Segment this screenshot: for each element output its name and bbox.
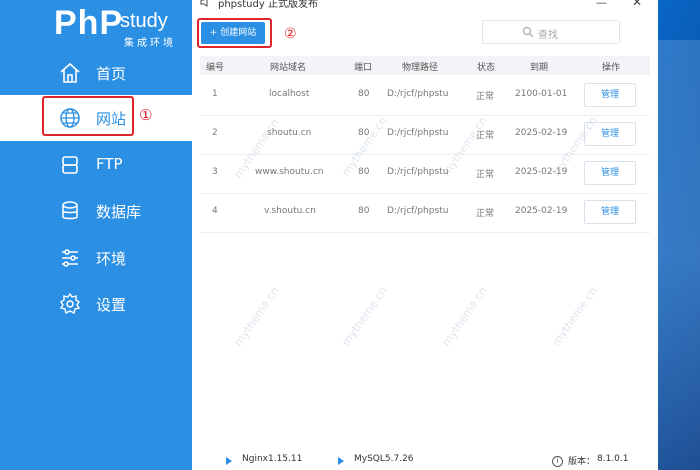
mysql-play-icon[interactable] — [338, 457, 344, 465]
sidebar-item-environment[interactable]: 环境 — [0, 235, 192, 281]
gear-icon — [59, 292, 81, 315]
cell-port: 80 — [358, 206, 370, 216]
cell-domain: shoutu.cn — [267, 128, 312, 138]
table-row: 4 v.shoutu.cn 80 D:/rjcf/phpstu 正常 2025-… — [200, 193, 650, 233]
cell-id: 4 — [212, 206, 218, 216]
sidebar: PhP study 集成环境 首页 网站 FTP 数据库 环境 设置 ① — [0, 0, 192, 470]
app-logo: PhP study 集成环境 — [54, 4, 194, 49]
watermark: mytheme.cn — [439, 284, 490, 349]
cell-path: D:/rjcf/phpstu — [387, 206, 449, 216]
sidebar-item-ftp[interactable]: FTP — [0, 142, 192, 188]
close-button[interactable]: ✕ — [632, 0, 642, 9]
search-icon — [522, 26, 534, 38]
cell-status: 正常 — [476, 131, 495, 141]
database-icon — [62, 201, 78, 220]
sidebar-item-label: 数据库 — [96, 203, 142, 221]
mysql-label: MySQL5.7.26 — [354, 454, 414, 464]
manage-button[interactable]: 管理 — [584, 83, 636, 107]
sidebar-item-label: 设置 — [96, 296, 127, 314]
sidebar-item-label: FTP — [96, 155, 123, 173]
window-title: phpstudy 正式版发布 — [218, 0, 318, 10]
sidebar-item-label: 环境 — [96, 250, 127, 268]
sliders-icon — [62, 249, 78, 267]
cell-expires: 2025-02-19 — [515, 128, 568, 138]
cell-id: 2 — [212, 128, 218, 138]
table-row: 1 localhost 80 D:/rjcf/phpstu 正常 2100-01… — [200, 76, 650, 116]
header-domain: 网站域名 — [270, 63, 307, 73]
ftp-icon — [62, 156, 78, 174]
annotation-number-1: ① — [139, 106, 153, 124]
phpstudy-window: PhP study 集成环境 首页 网站 FTP 数据库 环境 设置 ① php… — [0, 0, 658, 470]
manage-button[interactable]: 管理 — [584, 200, 636, 224]
status-bar: Nginx1.15.11 MySQL5.7.26 i 版本： 8.1.0.1 — [192, 450, 658, 470]
version-value: 8.1.0.1 — [597, 454, 629, 464]
cell-status: 正常 — [476, 92, 495, 102]
header-expires: 到期 — [530, 63, 549, 73]
version-label: 版本： — [568, 457, 596, 467]
cell-path: D:/rjcf/phpstu — [387, 128, 449, 138]
header-action: 操作 — [602, 63, 621, 73]
info-icon: i — [552, 456, 563, 467]
annotation-box-website — [42, 96, 134, 136]
search-input[interactable]: 查找 — [482, 20, 620, 44]
logo-study: study — [120, 10, 168, 32]
watermark: mytheme.cn — [549, 284, 600, 349]
sidebar-item-label: 首页 — [96, 65, 127, 83]
cell-domain: www.shoutu.cn — [255, 167, 324, 177]
sidebar-item-database[interactable]: 数据库 — [0, 188, 192, 234]
sidebar-item-home[interactable]: 首页 — [0, 50, 192, 96]
home-icon — [60, 62, 80, 83]
cell-status: 正常 — [476, 209, 495, 219]
header-status: 状态 — [477, 63, 496, 73]
cell-path: D:/rjcf/phpstu — [387, 89, 449, 99]
logo-php: PhP — [54, 4, 124, 42]
cell-domain: v.shoutu.cn — [264, 206, 316, 216]
header-port: 端口 — [354, 63, 373, 73]
cell-status: 正常 — [476, 170, 495, 180]
table-row: 3 www.shoutu.cn 80 D:/rjcf/phpstu 正常 202… — [200, 154, 650, 194]
table-row: 2 shoutu.cn 80 D:/rjcf/phpstu 正常 2025-02… — [200, 115, 650, 155]
cell-path: D:/rjcf/phpstu — [387, 167, 449, 177]
table-header: 编号 网站域名 端口 物理路径 状态 到期 操作 — [200, 56, 650, 75]
nginx-label: Nginx1.15.11 — [242, 454, 303, 464]
cell-port: 80 — [358, 167, 370, 177]
nginx-play-icon[interactable] — [226, 457, 232, 465]
minimize-button[interactable]: — — [596, 0, 607, 9]
header-path: 物理路径 — [402, 63, 439, 73]
manage-button[interactable]: 管理 — [584, 161, 636, 185]
cell-port: 80 — [358, 128, 370, 138]
app-icon — [200, 0, 208, 7]
cell-domain: localhost — [269, 89, 310, 99]
cell-expires: 2025-02-19 — [515, 206, 568, 216]
manage-button[interactable]: 管理 — [584, 122, 636, 146]
annotation-number-2: ② — [284, 26, 297, 42]
watermark: mytheme.cn — [231, 284, 282, 349]
cell-port: 80 — [358, 89, 370, 99]
watermark: mytheme.cn — [339, 284, 390, 349]
sidebar-item-settings[interactable]: 设置 — [0, 281, 192, 327]
cell-id: 1 — [212, 89, 218, 99]
title-bar: phpstudy 正式版发布 — ✕ — [192, 0, 658, 14]
cell-expires: 2100-01-01 — [515, 89, 568, 99]
cell-expires: 2025-02-19 — [515, 167, 568, 177]
logo-subtitle: 集成环境 — [124, 38, 176, 49]
header-id: 编号 — [206, 63, 225, 73]
annotation-box-create — [197, 18, 272, 48]
search-placeholder: 查找 — [538, 30, 558, 41]
cell-id: 3 — [212, 167, 218, 177]
